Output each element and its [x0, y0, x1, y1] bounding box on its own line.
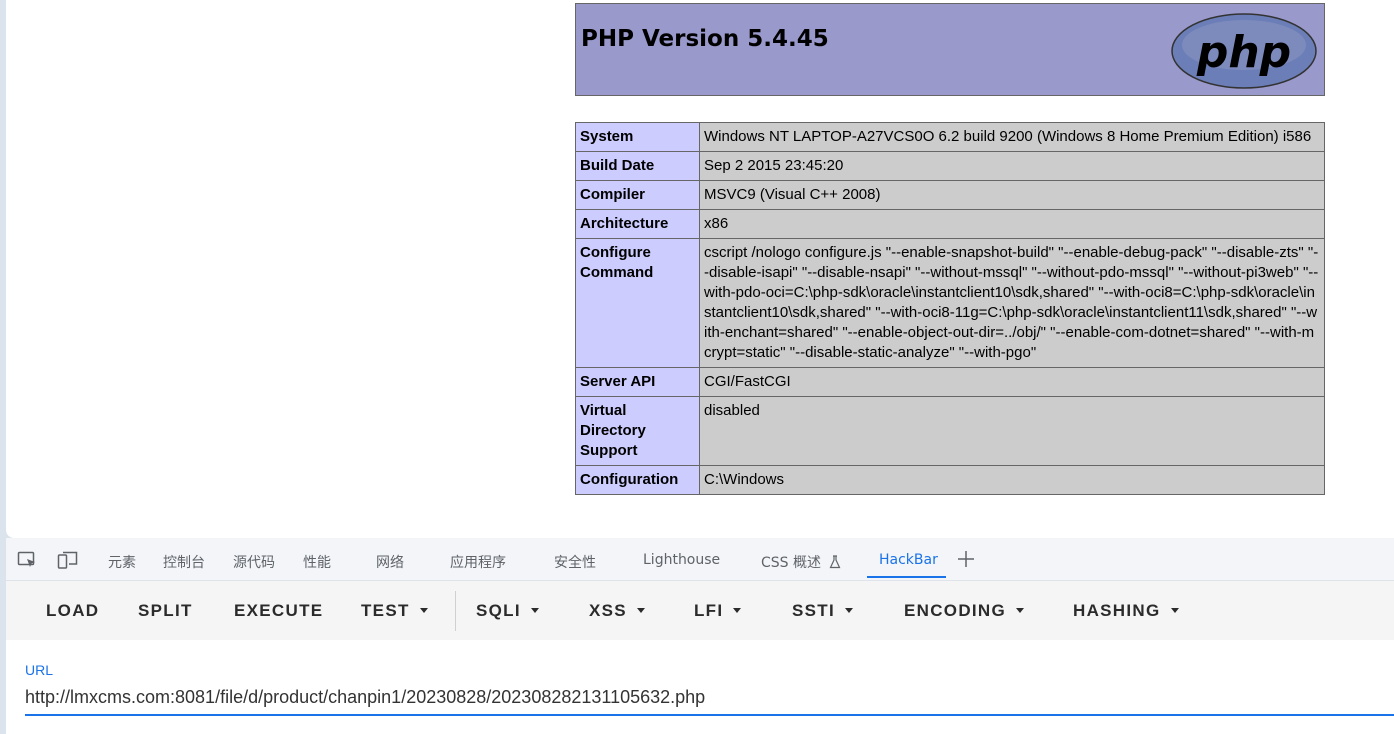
table-row: Build Date Sep 2 2015 23:45:20 [575, 151, 1325, 181]
tab-css-overview-label: CSS 概述 [761, 555, 821, 571]
tab-lighthouse[interactable]: Lighthouse [643, 552, 720, 568]
url-label: URL [25, 662, 54, 678]
hashing-label: HASHING [1073, 601, 1161, 620]
row-value: MSVC9 (Visual C++ 2008) [699, 180, 1325, 210]
ssti-label: SSTI [792, 601, 835, 620]
chevron-down-icon [1170, 608, 1179, 613]
tab-hackbar[interactable]: HackBar [879, 552, 938, 568]
hackbar-toolbar: LOAD SPLIT EXECUTE TEST SQLI XSS LFI SST… [6, 581, 1394, 640]
tab-elements[interactable]: 元素 [108, 552, 136, 572]
url-section: URL [6, 640, 1394, 734]
devtools-panel: 元素 控制台 源代码 性能 网络 应用程序 安全性 Lighthouse CSS… [6, 538, 1394, 734]
php-logo: php [1171, 13, 1317, 89]
encoding-dropdown[interactable]: ENCODING [904, 601, 1025, 621]
row-key: Configuration [575, 465, 700, 495]
device-toolbar-icon[interactable] [57, 550, 79, 575]
flask-icon [830, 555, 841, 569]
row-key: Server API [575, 367, 700, 397]
chevron-down-icon [1016, 608, 1025, 613]
row-value: disabled [699, 396, 1325, 466]
row-value: Sep 2 2015 23:45:20 [699, 151, 1325, 181]
chevron-down-icon [530, 608, 539, 613]
test-dropdown[interactable]: TEST [361, 601, 428, 621]
sqli-label: SQLI [476, 601, 521, 620]
toolbar-divider [455, 591, 456, 631]
inspect-element-icon[interactable] [17, 550, 37, 575]
tab-console[interactable]: 控制台 [163, 552, 205, 572]
row-value: C:\Windows [699, 465, 1325, 495]
split-button[interactable]: SPLIT [138, 601, 193, 621]
tab-performance[interactable]: 性能 [303, 552, 331, 572]
table-row: Configuration C:\Windows [575, 465, 1325, 495]
table-row: Compiler MSVC9 (Visual C++ 2008) [575, 180, 1325, 210]
sqli-dropdown[interactable]: SQLI [476, 601, 539, 621]
row-value: CGI/FastCGI [699, 367, 1325, 397]
active-tab-indicator [867, 576, 946, 578]
load-button[interactable]: LOAD [46, 601, 99, 621]
url-input[interactable] [25, 680, 1394, 716]
chevron-down-icon [733, 608, 742, 613]
row-key: Configure Command [575, 238, 700, 368]
lfi-dropdown[interactable]: LFI [694, 601, 742, 621]
tab-css-overview[interactable]: CSS 概述 [761, 552, 841, 572]
row-value: Windows NT LAPTOP-A27VCS0O 6.2 build 920… [699, 122, 1325, 152]
tab-sources[interactable]: 源代码 [233, 552, 275, 572]
phpinfo-table: System Windows NT LAPTOP-A27VCS0O 6.2 bui… [575, 122, 1325, 495]
table-row: Configure Command cscript /nologo configu… [575, 238, 1325, 368]
chevron-down-icon [636, 608, 645, 613]
chevron-down-icon [419, 608, 428, 613]
execute-button[interactable]: EXECUTE [234, 601, 323, 621]
hashing-dropdown[interactable]: HASHING [1073, 601, 1179, 621]
row-value: cscript /nologo configure.js "--enable-s… [699, 238, 1325, 368]
tab-application[interactable]: 应用程序 [450, 552, 506, 572]
tab-security[interactable]: 安全性 [554, 552, 596, 572]
test-label: TEST [361, 601, 410, 620]
row-key: System [575, 122, 700, 152]
table-row: Server API CGI/FastCGI [575, 367, 1325, 397]
ssti-dropdown[interactable]: SSTI [792, 601, 853, 621]
xss-label: XSS [589, 601, 627, 620]
devtools-tab-bar: 元素 控制台 源代码 性能 网络 应用程序 安全性 Lighthouse CSS… [6, 538, 1394, 581]
php-header: PHP Version 5.4.45 php [575, 3, 1325, 96]
xss-dropdown[interactable]: XSS [589, 601, 645, 621]
page-viewport: PHP Version 5.4.45 php System Windows NT … [6, 0, 1394, 538]
table-row: System Windows NT LAPTOP-A27VCS0O 6.2 bui… [575, 122, 1325, 152]
row-key: Build Date [575, 151, 700, 181]
encoding-label: ENCODING [904, 601, 1007, 620]
table-row: Virtual Directory Support disabled [575, 396, 1325, 466]
plus-icon[interactable] [956, 549, 976, 574]
row-key: Compiler [575, 180, 700, 210]
tab-network[interactable]: 网络 [376, 552, 404, 572]
page-title: PHP Version 5.4.45 [581, 26, 829, 52]
row-value: x86 [699, 209, 1325, 239]
php-logo-text: php [1196, 27, 1291, 78]
row-key: Virtual Directory Support [575, 396, 700, 466]
lfi-label: LFI [694, 601, 724, 620]
row-key: Architecture [575, 209, 700, 239]
chevron-down-icon [845, 608, 853, 613]
table-row: Architecture x86 [575, 209, 1325, 239]
